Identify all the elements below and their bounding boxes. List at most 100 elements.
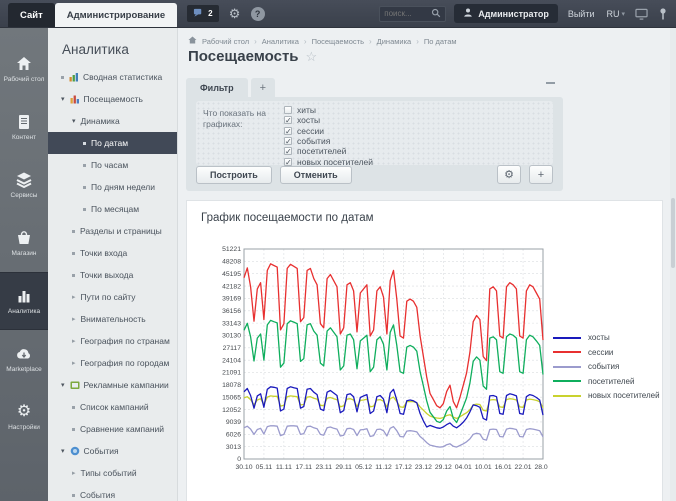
rail-item-label: Рабочий стол bbox=[1, 76, 47, 83]
sidebar-item[interactable]: Сводная статистика bbox=[48, 66, 177, 88]
svg-text:30.10: 30.10 bbox=[235, 464, 252, 471]
filter-settings-gear-button[interactable]: ⚙ bbox=[497, 165, 521, 184]
rail-item[interactable]: Рабочий стол bbox=[0, 40, 48, 98]
filter-tabs: Фильтр + bbox=[186, 78, 563, 97]
user-button[interactable]: Администратор bbox=[454, 4, 558, 23]
rail-item[interactable]: Marketplace bbox=[0, 330, 48, 388]
sidebar-item[interactable]: ▸Внимательность bbox=[48, 308, 177, 330]
svg-text:22.01: 22.01 bbox=[515, 464, 532, 471]
sidebar-item[interactable]: Разделы и страницы bbox=[48, 220, 177, 242]
svg-text:42182: 42182 bbox=[222, 283, 241, 290]
sidebar-item[interactable]: Список кампаний bbox=[48, 396, 177, 418]
rail-item[interactable]: ⚙Настройки bbox=[0, 388, 48, 446]
monitor-icon[interactable] bbox=[635, 8, 648, 20]
sidebar-item-label: По дням недели bbox=[91, 182, 155, 192]
add-filter-tab[interactable]: + bbox=[251, 78, 275, 97]
cancel-button[interactable]: Отменить bbox=[280, 166, 352, 184]
filter-checkbox-row[interactable]: ✓хосты bbox=[284, 115, 373, 125]
breadcrumb-link[interactable]: Динамика bbox=[377, 37, 412, 46]
svg-text:45195: 45195 bbox=[222, 271, 241, 278]
rail-item[interactable]: Контент bbox=[0, 98, 48, 156]
notifications-badge[interactable]: 2 bbox=[187, 5, 218, 22]
bullet-icon bbox=[72, 406, 75, 409]
rail-item[interactable]: Аналитика bbox=[0, 272, 48, 330]
chart-legend: хостысессиисобытияпосетителейновых посет… bbox=[553, 333, 660, 406]
checkbox[interactable]: ✓ bbox=[284, 127, 292, 135]
breadcrumb-separator: › bbox=[304, 37, 307, 46]
admin-tab[interactable]: Администрирование bbox=[55, 3, 177, 27]
legend-swatch bbox=[553, 395, 581, 397]
sidebar-item[interactable]: События bbox=[48, 484, 177, 501]
checkbox[interactable] bbox=[284, 106, 292, 114]
user-icon bbox=[463, 7, 473, 20]
sidebar-item[interactable]: ▾Посещаемость bbox=[48, 88, 177, 110]
expanded-triangle-icon: ▾ bbox=[72, 118, 76, 125]
events-icon bbox=[70, 446, 80, 456]
sidebar-item[interactable]: ▸География по странам bbox=[48, 330, 177, 352]
build-button[interactable]: Построить bbox=[196, 166, 272, 184]
svg-text:29.12: 29.12 bbox=[435, 464, 452, 471]
scrollbar-thumb[interactable] bbox=[671, 198, 675, 268]
checkbox-label: события bbox=[297, 136, 330, 146]
filter-checkbox-row[interactable]: ✓сессии bbox=[284, 126, 373, 136]
svg-text:15065: 15065 bbox=[222, 394, 241, 401]
checkbox[interactable]: ✓ bbox=[284, 158, 292, 166]
svg-text:33143: 33143 bbox=[222, 320, 241, 327]
sidebar-item-label: По датам bbox=[91, 138, 128, 148]
checkbox[interactable]: ✓ bbox=[284, 137, 292, 145]
language-selector[interactable]: RU ▾ bbox=[606, 9, 625, 19]
sidebar-item[interactable]: По дням недели bbox=[48, 176, 177, 198]
rail-item-label: Магазин bbox=[1, 250, 47, 257]
legend-swatch bbox=[553, 366, 581, 368]
cart-icon bbox=[15, 229, 33, 247]
filter-add-button[interactable]: + bbox=[529, 165, 553, 184]
sidebar-item[interactable]: ▾События bbox=[48, 440, 177, 462]
sidebar-item[interactable]: Точки выхода bbox=[48, 264, 177, 286]
checkbox-label: посетителей bbox=[297, 146, 346, 156]
pin-icon[interactable] bbox=[658, 7, 668, 20]
site-tab[interactable]: Сайт bbox=[8, 3, 55, 27]
checkbox[interactable]: ✓ bbox=[284, 147, 292, 155]
legend-swatch bbox=[553, 380, 581, 382]
notifications-count: 2 bbox=[208, 9, 212, 18]
checkbox[interactable]: ✓ bbox=[284, 116, 292, 124]
sidebar-item[interactable]: По месяцам bbox=[48, 198, 177, 220]
svg-text:23.11: 23.11 bbox=[315, 464, 332, 471]
favorite-star-icon[interactable]: ☆ bbox=[306, 49, 318, 65]
sidebar-item[interactable]: ▸География по городам bbox=[48, 352, 177, 374]
filter-checkbox-row[interactable]: ✓ события bbox=[284, 136, 373, 146]
breadcrumb-link[interactable]: Посещаемость bbox=[312, 37, 364, 46]
svg-text:21091: 21091 bbox=[222, 370, 241, 377]
breadcrumb-link[interactable]: По датам bbox=[424, 37, 457, 46]
legend-label: события bbox=[588, 362, 619, 371]
sidebar-item[interactable]: ▾Рекламные кампании bbox=[48, 374, 177, 396]
sidebar-item[interactable]: Точки входа bbox=[48, 242, 177, 264]
filter-checkbox-row[interactable]: хиты bbox=[284, 105, 373, 115]
filter-panel: Фильтр + Что показать на графиках: хиты✓… bbox=[186, 78, 563, 191]
sidebar-item-label: Динамика bbox=[81, 116, 120, 126]
search-input[interactable] bbox=[384, 9, 431, 18]
cloud-icon bbox=[15, 345, 33, 363]
sidebar-item[interactable]: По часам bbox=[48, 154, 177, 176]
collapse-filter-icon[interactable] bbox=[546, 82, 555, 84]
filter-tab[interactable]: Фильтр bbox=[186, 78, 248, 97]
sidebar-item-label: География по странам bbox=[81, 336, 170, 346]
filter-checkbox-row[interactable]: ✓ посетителей bbox=[284, 146, 373, 156]
collapsed-triangle-icon: ▸ bbox=[72, 316, 76, 323]
sidebar-item[interactable]: ▸Типы событий bbox=[48, 462, 177, 484]
logout-link[interactable]: Выйти bbox=[568, 9, 595, 19]
sidebar-item[interactable]: По датам bbox=[48, 132, 177, 154]
breadcrumb-link[interactable]: Рабочий стол bbox=[202, 37, 249, 46]
layers-icon bbox=[15, 171, 33, 189]
sidebar-item[interactable]: Сравнение кампаний bbox=[48, 418, 177, 440]
rail-item[interactable]: Сервисы bbox=[0, 156, 48, 214]
sidebar-item[interactable]: ▾ Динамика bbox=[48, 110, 177, 132]
breadcrumb-link[interactable]: Аналитика bbox=[262, 37, 299, 46]
sidebar-item-label: Сводная статистика bbox=[83, 72, 162, 82]
help-icon[interactable]: ? bbox=[251, 7, 265, 21]
rail-item-label: Контент bbox=[1, 134, 47, 141]
settings-gear-icon[interactable]: ⚙ bbox=[228, 7, 242, 21]
sidebar-item[interactable]: ▸Пути по сайту bbox=[48, 286, 177, 308]
legend-swatch bbox=[553, 351, 581, 353]
rail-item[interactable]: Магазин bbox=[0, 214, 48, 272]
